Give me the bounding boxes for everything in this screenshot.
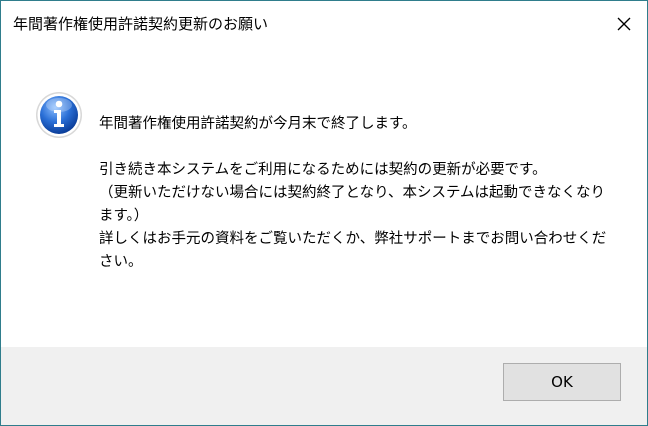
message-gap: [99, 136, 619, 159]
message-line-2: 引き続き本システムをご利用になるためには契約の更新が必要です。: [99, 162, 547, 178]
message-line-4: 詳しくはお手元の資料をご覧いただくか、弊社サポートまでお問い合わせください。: [99, 231, 607, 270]
information-icon: [34, 90, 84, 140]
dialog-window: 年間著作権使用許諾契約更新のお願い 年間著作権使用許諾契約が今月末で終了します。…: [0, 0, 648, 426]
message-line-3: （更新いただけない場合には契約終了となり、本システムは起動できなくなります。）: [99, 185, 606, 224]
dialog-footer: OK: [1, 347, 647, 425]
window-title: 年間著作権使用許諾契約更新のお願い: [13, 15, 269, 33]
title-bar: 年間著作権使用許諾契約更新のお願い: [1, 1, 647, 47]
dialog-content: 年間著作権使用許諾契約が今月末で終了します。 引き続き本システムをご利用になるた…: [1, 47, 647, 347]
close-button[interactable]: [601, 1, 647, 47]
close-icon: [617, 17, 631, 31]
ok-button[interactable]: OK: [503, 363, 621, 401]
message-line-1: 年間著作権使用許諾契約が今月末で終了します。: [99, 116, 417, 132]
dialog-message: 年間著作権使用許諾契約が今月末で終了します。 引き続き本システムをご利用になるた…: [99, 113, 619, 274]
